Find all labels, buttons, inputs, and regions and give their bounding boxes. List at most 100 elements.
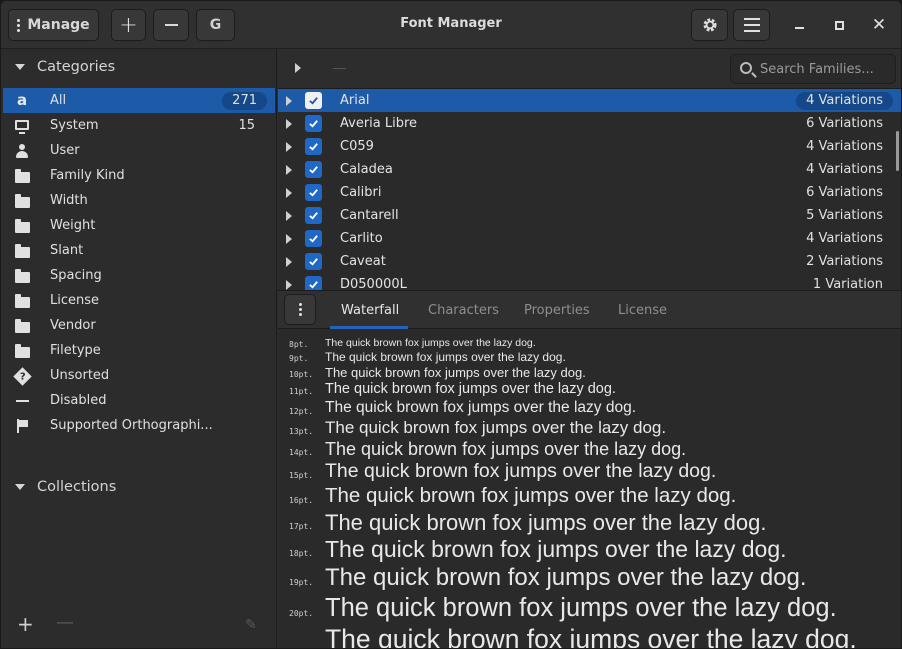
sidebar-item-label: Width xyxy=(50,193,88,208)
variations-count: 4 Variations xyxy=(806,231,883,246)
expander-right-icon[interactable] xyxy=(286,280,292,290)
add-collection-button[interactable]: + xyxy=(17,612,34,636)
maximize-button[interactable] xyxy=(827,13,851,37)
sample-text: The quick brown fox jumps over the lazy … xyxy=(325,624,857,649)
sidebar-item-vendor[interactable]: Vendor xyxy=(3,313,275,338)
header-bar: Manage + G Font Manager ✕ xyxy=(1,1,901,49)
gear-icon xyxy=(703,18,716,32)
size-label: 12pt. xyxy=(289,407,314,416)
checkbox-icon[interactable] xyxy=(305,115,322,132)
plus-icon: + xyxy=(119,12,138,38)
google-fonts-button[interactable]: G xyxy=(196,9,235,41)
font-row[interactable]: Averia Libre 6 Variations xyxy=(278,112,901,135)
preview-menu-button[interactable] xyxy=(284,294,316,325)
font-row[interactable]: Caveat 2 Variations xyxy=(278,250,901,273)
window-title: Font Manager xyxy=(400,16,502,31)
sidebar-item-family-kind[interactable]: Family Kind xyxy=(3,163,275,188)
sidebar-item-label: Family Kind xyxy=(50,168,125,183)
main-menu-button[interactable] xyxy=(733,9,770,41)
font-row[interactable]: Arial 4 Variations xyxy=(278,89,901,112)
sidebar-item-label: Vendor xyxy=(50,318,96,333)
font-row[interactable]: C059 4 Variations xyxy=(278,135,901,158)
sample-text: The quick brown fox jumps over the lazy … xyxy=(325,460,717,482)
tab-license[interactable]: License xyxy=(618,303,667,318)
collections-header[interactable]: Collections xyxy=(15,475,116,499)
checkbox-icon[interactable] xyxy=(305,92,322,109)
collections-title: Collections xyxy=(37,479,117,495)
folder-icon xyxy=(14,193,30,209)
font-row[interactable]: Carlito 4 Variations xyxy=(278,227,901,250)
folder-icon xyxy=(14,343,30,359)
expander-right-icon[interactable] xyxy=(286,165,292,175)
close-button[interactable]: ✕ xyxy=(867,13,891,37)
font-row[interactable]: Cantarell 5 Variations xyxy=(278,204,901,227)
sample-text: The quick brown fox jumps over the lazy … xyxy=(325,350,566,364)
expander-right-icon[interactable] xyxy=(286,142,292,152)
edit-pencil-icon[interactable]: ✎ xyxy=(245,617,257,633)
sidebar-item-orthographies[interactable]: Supported Orthographi... xyxy=(3,413,275,438)
categories-header[interactable]: Categories xyxy=(15,55,115,79)
dash-icon xyxy=(14,393,30,409)
sidebar-item-system[interactable]: System 15 xyxy=(3,113,275,138)
settings-button[interactable] xyxy=(691,9,728,41)
font-a-icon: a xyxy=(16,90,28,109)
folder-icon xyxy=(14,168,30,184)
font-row[interactable]: Calibri 6 Variations xyxy=(278,181,901,204)
folder-icon xyxy=(14,243,30,259)
expander-right-icon[interactable] xyxy=(286,96,292,106)
sidebar-item-slant[interactable]: Slant xyxy=(3,238,275,263)
search-input[interactable] xyxy=(760,60,890,78)
checkbox-icon[interactable] xyxy=(305,138,322,155)
minimize-icon xyxy=(794,27,804,29)
expander-right-icon[interactable] xyxy=(286,211,292,221)
sidebar-item-all[interactable]: a All 271 xyxy=(3,88,275,113)
flag-icon xyxy=(14,418,30,434)
checkbox-icon[interactable] xyxy=(305,253,322,270)
remove-collection-button[interactable]: — xyxy=(56,612,74,633)
sidebar-item-label: Unsorted xyxy=(50,368,110,383)
list-scrollbar[interactable] xyxy=(896,131,899,171)
sample-text: The quick brown fox jumps over the lazy … xyxy=(325,484,737,507)
sample-text: The quick brown fox jumps over the lazy … xyxy=(325,365,586,380)
sidebar-item-weight[interactable]: Weight xyxy=(3,213,275,238)
tab-characters[interactable]: Characters xyxy=(428,303,499,318)
sidebar-item-unsorted[interactable]: ? Unsorted xyxy=(3,363,275,388)
font-row[interactable]: Caladea 4 Variations xyxy=(278,158,901,181)
sidebar-item-disabled[interactable]: Disabled xyxy=(3,388,275,413)
sidebar-item-spacing[interactable]: Spacing xyxy=(3,263,275,288)
expander-right-icon[interactable] xyxy=(286,188,292,198)
tab-waterfall[interactable]: Waterfall xyxy=(341,303,399,318)
font-row[interactable]: D050000L 1 Variation xyxy=(278,273,901,290)
minimize-button[interactable] xyxy=(787,13,811,37)
remove-font-button[interactable] xyxy=(153,9,189,41)
folder-icon xyxy=(14,268,30,284)
checkbox-icon[interactable] xyxy=(305,184,322,201)
manage-button[interactable]: Manage xyxy=(8,9,99,41)
expander-right-icon[interactable] xyxy=(286,119,292,129)
sidebar-item-user[interactable]: User xyxy=(3,138,275,163)
checkbox-icon[interactable] xyxy=(305,230,322,247)
size-label: 9pt. xyxy=(289,354,309,363)
font-name: Arial xyxy=(340,93,370,108)
sidebar-item-license[interactable]: License xyxy=(3,288,275,313)
size-label: 16pt. xyxy=(289,496,314,505)
checkbox-icon[interactable] xyxy=(305,207,322,224)
close-icon: ✕ xyxy=(871,15,887,35)
sidebar-item-filetype[interactable]: Filetype xyxy=(3,338,275,363)
tab-properties[interactable]: Properties xyxy=(524,303,590,318)
folder-icon xyxy=(14,218,30,234)
checkbox-icon[interactable] xyxy=(305,276,322,290)
g-label: G xyxy=(209,17,222,33)
checkbox-icon[interactable] xyxy=(305,161,322,178)
size-label: 20pt. xyxy=(289,609,314,618)
add-font-button[interactable]: + xyxy=(111,9,146,41)
sample-text: The quick brown fox jumps over the lazy … xyxy=(325,418,667,437)
sidebar-item-width[interactable]: Width xyxy=(3,188,275,213)
collapse-all-icon[interactable] xyxy=(333,68,346,69)
expander-right-icon[interactable] xyxy=(286,257,292,267)
variations-count: 5 Variations xyxy=(806,208,883,223)
folder-icon xyxy=(14,318,30,334)
expand-all-icon[interactable] xyxy=(295,63,301,73)
expander-right-icon[interactable] xyxy=(286,234,292,244)
search-box[interactable] xyxy=(730,54,896,84)
